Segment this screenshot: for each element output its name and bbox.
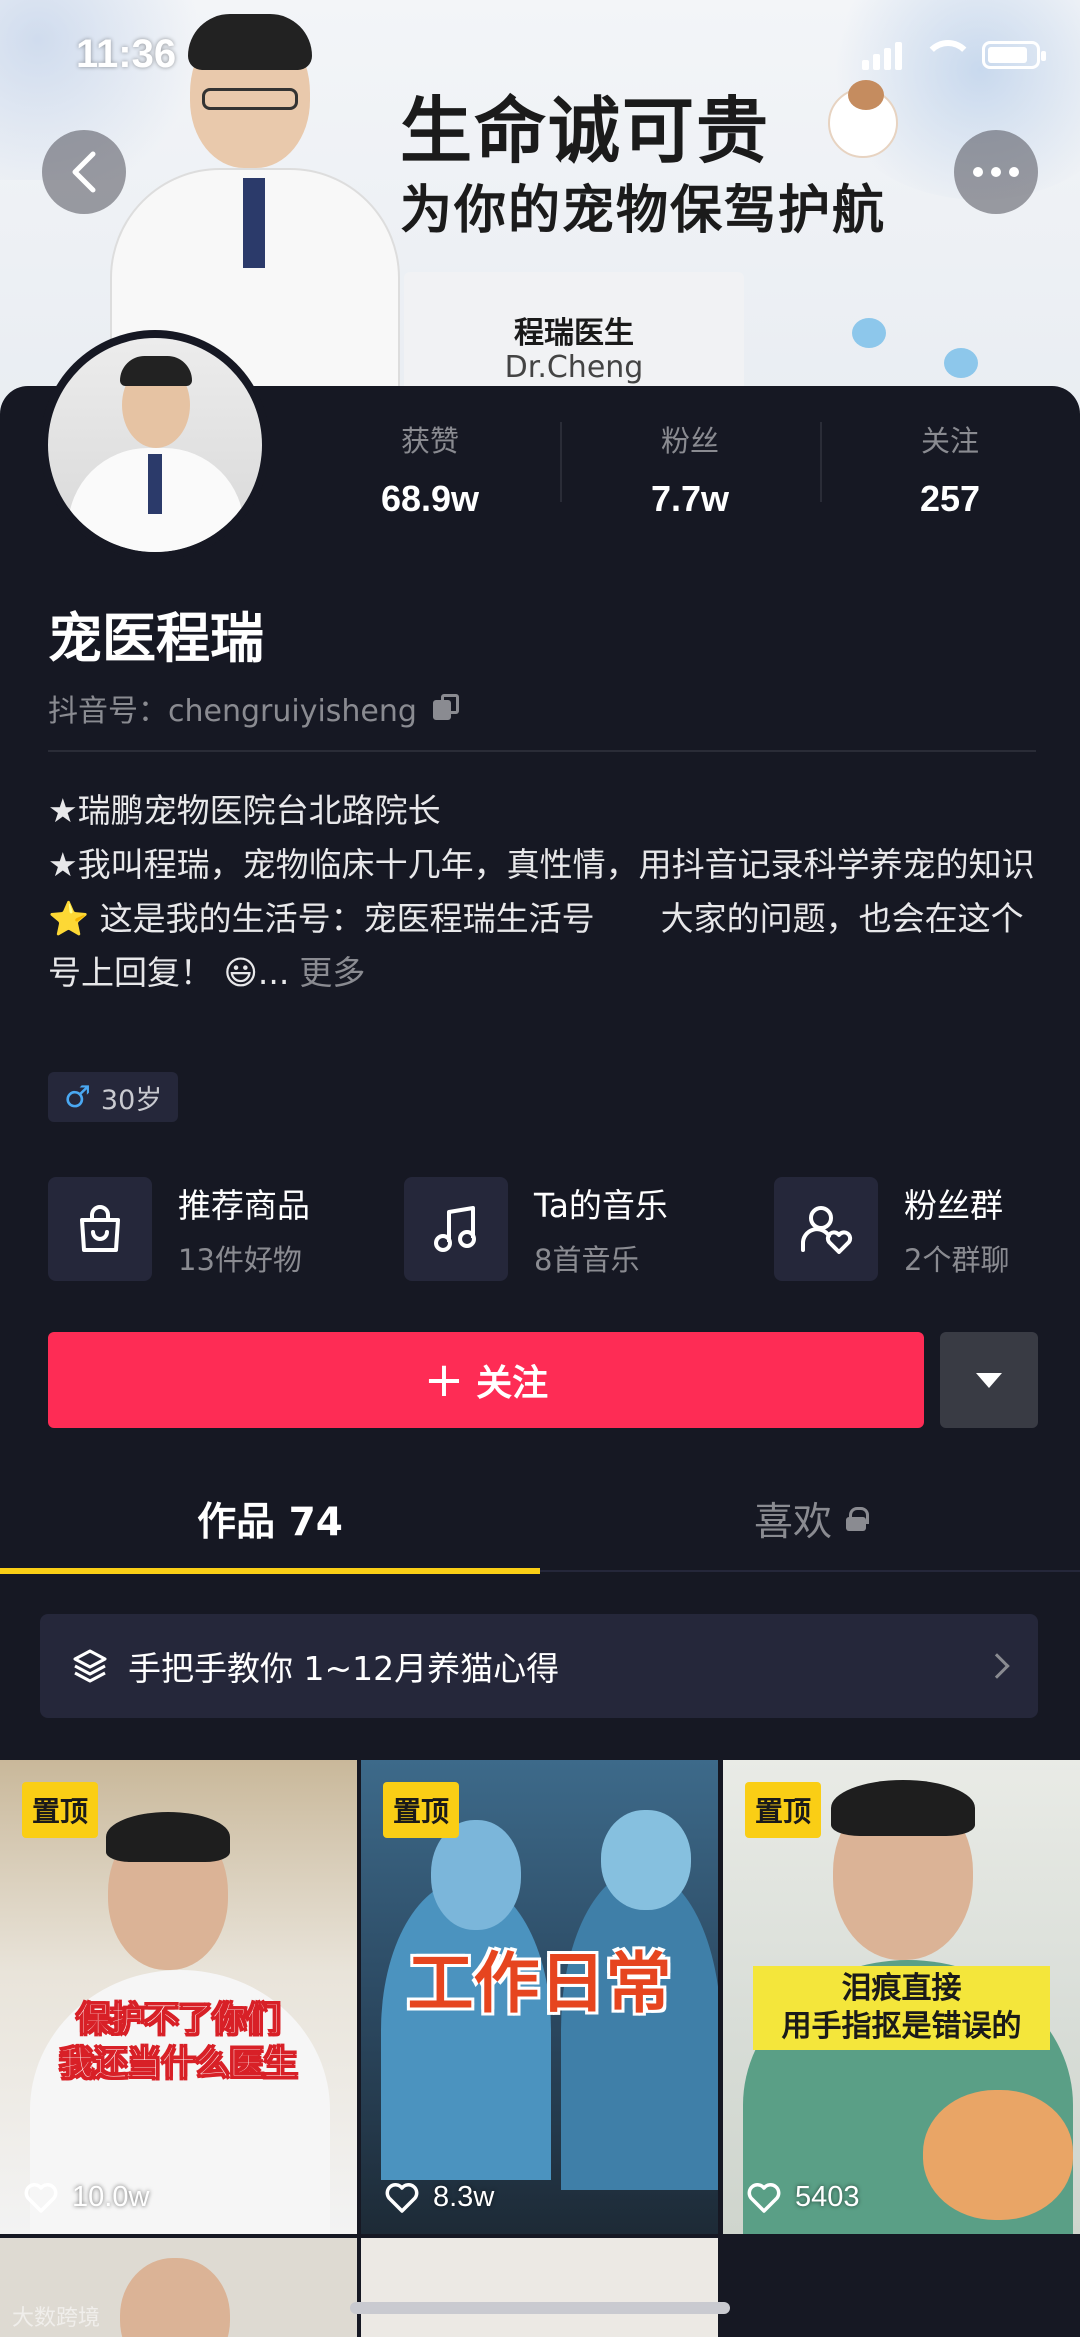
heart-icon [747, 2182, 781, 2213]
entry-subtitle: 8首音乐 [534, 1243, 640, 1277]
avatar[interactable] [40, 330, 270, 560]
bio-text: ⭐ 这是我的生活号：宠医程瑞生活号 大家的问题，也会在这个号上回复！ 😃... [48, 899, 1024, 992]
status-icons [862, 40, 1046, 70]
stat-following[interactable]: 关注 257 [820, 412, 1080, 522]
pinned-badge: 置顶 [745, 1782, 822, 1838]
paw-icon [852, 318, 886, 348]
tab-likes[interactable]: 喜欢 [540, 1466, 1080, 1572]
shopping-bag-icon [48, 1177, 152, 1281]
stat-value: 7.7w [650, 478, 730, 519]
lock-icon [846, 1507, 869, 1531]
entry-recommended-products[interactable]: 推荐商品 13件好物 [48, 1176, 310, 1282]
bio-line: ★瑞鹏宠物医院台北路院长 [48, 791, 441, 830]
entry-title: 推荐商品 [178, 1186, 310, 1225]
entry-title: 粉丝群 [904, 1186, 1003, 1225]
stat-label: 获赞 [400, 424, 459, 458]
banner-card-english-name: Dr.Cheng [504, 350, 644, 385]
video-overlay-text: 工作日常 [407, 1945, 672, 2022]
divider [48, 750, 1036, 752]
status-time: 11:36 [76, 32, 177, 76]
pinned-badge: 置顶 [383, 1782, 460, 1838]
banner-title-line2: 为你的宠物保驾护航 [400, 181, 887, 241]
watermark: 大数跨境 [12, 2306, 101, 2331]
copy-icon[interactable] [432, 694, 459, 722]
paw-icon [944, 348, 978, 378]
profile-name: 宠医程瑞 [48, 607, 264, 670]
profile-stats: 获赞 68.9w 粉丝 7.7w 关注 257 [300, 412, 1080, 522]
entry-fan-group[interactable]: 粉丝群 2个群聊 [774, 1176, 1009, 1282]
tab-likes-label: 喜欢 [753, 1500, 832, 1545]
banner-card-name: 程瑞医生 [514, 316, 634, 351]
video-tile[interactable]: 保护不了你们 我还当什么医生 置顶 10.0w [0, 1760, 357, 2234]
video-overlay-text: 泪痕直接 用手指抠是错误的 [753, 1966, 1050, 2050]
status-bar: 11:36 [0, 0, 1080, 120]
stat-label: 关注 [920, 424, 979, 458]
music-note-icon [404, 1177, 508, 1281]
bio-line: ⭐ 这是我的生活号：宠医程瑞生活号 大家的问题，也会在这个号上回复！ 😃... 更… [48, 892, 1038, 1000]
video-tile[interactable]: 泪痕直接 用手指抠是错误的 置顶 5403 [723, 1760, 1080, 2234]
more-dots-icon [973, 167, 1019, 177]
back-button[interactable] [42, 130, 126, 214]
wifi-icon [922, 40, 974, 70]
video-tile[interactable] [361, 2238, 718, 2337]
bio-more-link[interactable]: 更多 [299, 953, 365, 992]
collection-title: 手把手教你 1~12月养猫心得 [128, 1649, 560, 1688]
video-likes-count: 10.0w [72, 2181, 150, 2213]
bio-line: ★我叫程瑞，宠物临床十几年，真性情，用抖音记录科学养宠的知识 [48, 845, 1035, 884]
entry-subtitle: 13件好物 [178, 1243, 302, 1277]
video-likes-count: 5403 [795, 2181, 860, 2213]
male-icon: ♂ [64, 1079, 91, 1115]
video-tile[interactable]: 工作日常 置顶 8.3w [361, 1760, 718, 2234]
fan-group-icon [774, 1177, 878, 1281]
entry-title: Ta的音乐 [534, 1186, 668, 1225]
profile-entries: 推荐商品 13件好物 Ta的音乐 8首音乐 粉丝群 2个群聊 [48, 1176, 1038, 1282]
heart-icon [24, 2182, 58, 2213]
stat-followers[interactable]: 粉丝 7.7w [560, 412, 820, 522]
tab-indicator [0, 1568, 540, 1574]
gender-age-tag: ♂ 30岁 [48, 1072, 179, 1122]
video-likes: 8.3w [385, 2181, 494, 2214]
layers-icon [73, 1649, 107, 1683]
battery-icon [982, 41, 1046, 69]
triangle-down-icon [976, 1372, 1002, 1388]
follow-button[interactable]: + 关注 [48, 1332, 924, 1428]
stat-value: 257 [919, 478, 981, 519]
pinned-badge: 置顶 [22, 1782, 99, 1838]
recommendations-dropdown-button[interactable] [940, 1332, 1038, 1428]
profile-bio: ★瑞鹏宠物医院台北路院长 ★我叫程瑞，宠物临床十几年，真性情，用抖音记录科学养宠… [48, 784, 1038, 1000]
video-overlay-text: 保护不了你们 我还当什么医生 [59, 2000, 298, 2085]
tab-works[interactable]: 作品 74 [0, 1466, 540, 1572]
content-tabs: 作品 74 喜欢 [0, 1466, 1080, 1572]
entry-subtitle: 2个群聊 [904, 1243, 1010, 1277]
age-label: 30岁 [100, 1084, 163, 1116]
video-likes: 10.0w [24, 2181, 149, 2214]
plus-icon: + [423, 1352, 465, 1408]
more-options-button[interactable] [954, 130, 1038, 214]
douyin-id-row[interactable]: 抖音号：chengruiyisheng [48, 686, 459, 730]
chevron-left-icon [72, 151, 96, 193]
douyin-id: 抖音号：chengruiyisheng [48, 694, 417, 729]
home-indicator [350, 2302, 730, 2314]
entry-music[interactable]: Ta的音乐 8首音乐 [404, 1176, 668, 1282]
video-likes-count: 8.3w [433, 2181, 495, 2213]
collection-banner[interactable]: 手把手教你 1~12月养猫心得 [40, 1614, 1038, 1718]
signal-icon [862, 40, 902, 70]
stat-value: 68.9w [380, 478, 480, 519]
stat-label: 粉丝 [660, 424, 719, 458]
heart-icon [385, 2182, 419, 2213]
stat-likes[interactable]: 获赞 68.9w [300, 412, 560, 522]
video-likes: 5403 [747, 2181, 860, 2214]
follow-label: 关注 [476, 1363, 549, 1404]
chevron-right-icon [984, 1653, 1010, 1679]
